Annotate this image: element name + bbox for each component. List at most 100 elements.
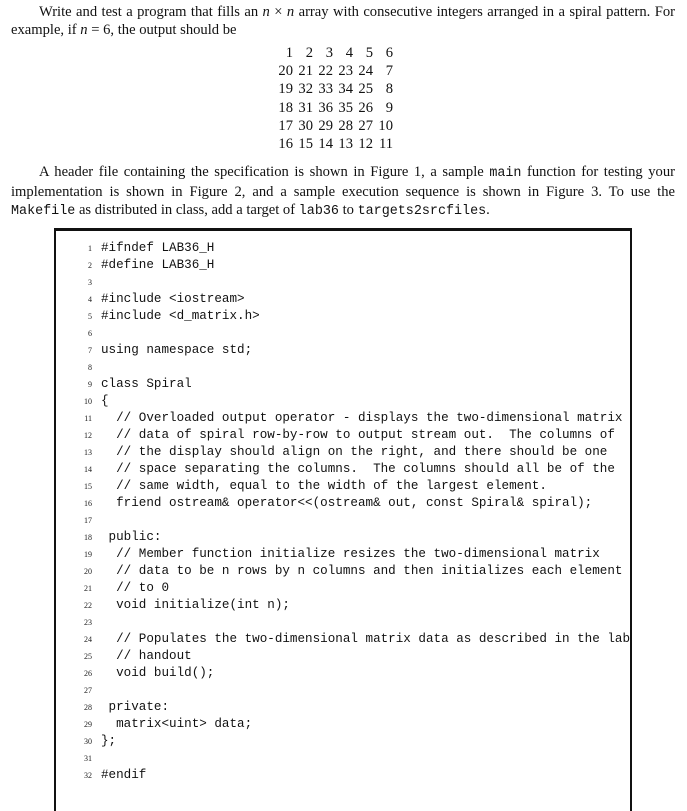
code-line: 10 { — [56, 393, 630, 410]
matrix-cell: 34 — [338, 81, 353, 98]
matrix-cell: 9 — [385, 99, 393, 116]
code-line: 1 #ifndef LAB36_H — [56, 240, 630, 257]
code-line: 29 matrix<uint> data; — [56, 716, 630, 733]
matrix-cell: 8 — [385, 81, 393, 98]
line-number: 17 — [84, 516, 92, 525]
matrix-row: 18 31 36 35 26 9 — [277, 99, 393, 117]
spiral-example-matrix: 1 2 3 4 5 6 20 21 22 23 24 7 19 32 33 34 25 8 18 31 36 35 26 9 1… — [277, 44, 393, 153]
line-number: 7 — [88, 346, 92, 355]
matrix-cell: 14 — [318, 136, 333, 153]
line-number: 5 — [88, 312, 92, 321]
code-main: main — [489, 166, 522, 181]
line-number: 9 — [88, 380, 92, 389]
code-line: 17 — [56, 512, 630, 529]
code-text: { — [101, 394, 109, 408]
instructions-text-1: A header file containing the specificati… — [39, 164, 490, 180]
code-text: // the display should align on the right… — [101, 445, 608, 459]
matrix-cell: 7 — [385, 63, 393, 80]
times-symbol: × — [269, 4, 287, 20]
code-line: 21 // to 0 — [56, 580, 630, 597]
code-line: 4 #include <iostream> — [56, 291, 630, 308]
line-number: 12 — [84, 431, 92, 440]
code-line: 23 — [56, 614, 630, 631]
code-text: // data to be n rows by n columns and th… — [101, 564, 623, 578]
matrix-cell: 23 — [338, 63, 353, 80]
code-line: 2 #define LAB36_H — [56, 257, 630, 274]
code-text: class Spiral — [101, 377, 192, 391]
matrix-row: 20 21 22 23 24 7 — [277, 62, 393, 80]
matrix-cell: 16 — [278, 136, 293, 153]
matrix-cell: 13 — [338, 136, 353, 153]
code-line: 9 class Spiral — [56, 376, 630, 393]
matrix-cell: 36 — [318, 99, 333, 116]
line-number: 13 — [84, 448, 92, 457]
matrix-cell: 33 — [318, 81, 333, 98]
code-listing: 1 #ifndef LAB36_H 2 #define LAB36_H 3 4 #inclu… — [56, 240, 630, 784]
line-number: 31 — [84, 754, 92, 763]
matrix-cell: 5 — [365, 45, 373, 62]
math-n: n — [80, 22, 88, 38]
line-number: 14 — [84, 465, 92, 474]
line-number: 16 — [84, 499, 92, 508]
code-text: // Member function initialize resizes th… — [101, 547, 600, 561]
matrix-row: 19 32 33 34 25 8 — [277, 80, 393, 98]
code-line: 15 // same width, equal to the width of … — [56, 478, 630, 495]
line-number: 23 — [84, 618, 92, 627]
code-line: 22 void initialize(int n); — [56, 597, 630, 614]
code-text: public: — [101, 530, 162, 544]
line-number: 11 — [84, 414, 92, 423]
code-listing-box: 1 #ifndef LAB36_H 2 #define LAB36_H 3 4 #inclu… — [54, 228, 632, 811]
matrix-cell: 3 — [325, 45, 333, 62]
matrix-cell: 29 — [318, 117, 333, 134]
matrix-cell: 1 — [285, 45, 293, 62]
code-line: 26 void build(); — [56, 665, 630, 682]
matrix-cell: 32 — [298, 81, 313, 98]
code-text: void build(); — [101, 666, 215, 680]
code-line: 12 // data of spiral row-by-row to outpu… — [56, 427, 630, 444]
code-line: 25 // handout — [56, 648, 630, 665]
matrix-cell: 27 — [358, 117, 373, 134]
code-makefile: Makefile — [11, 204, 76, 219]
line-number: 32 — [84, 771, 92, 780]
matrix-cell: 4 — [345, 45, 353, 62]
code-line: 19 // Member function initialize resizes… — [56, 546, 630, 563]
code-text: // handout — [101, 649, 192, 663]
matrix-cell: 10 — [378, 117, 393, 134]
code-line: 16 friend ostream& operator<<(ostream& o… — [56, 495, 630, 512]
matrix-cell: 12 — [358, 136, 373, 153]
instructions-text-5: . — [486, 202, 490, 218]
matrix-cell: 11 — [378, 136, 393, 153]
line-number: 19 — [84, 550, 92, 559]
code-line: 24 // Populates the two-dimensional matr… — [56, 631, 630, 648]
math-n: n — [262, 4, 270, 20]
matrix-cell: 21 — [298, 63, 313, 80]
code-lab36: lab36 — [298, 204, 339, 219]
code-line: 5 #include <d_matrix.h> — [56, 308, 630, 325]
code-text: // to 0 — [101, 581, 170, 595]
code-targets: targets2srcfiles — [357, 204, 487, 219]
line-number: 3 — [88, 278, 92, 287]
code-line: 20 // data to be n rows by n columns and… — [56, 563, 630, 580]
matrix-cell: 31 — [298, 99, 313, 116]
code-line: 14 // space separating the columns. The … — [56, 461, 630, 478]
code-text: using namespace std; — [101, 343, 253, 357]
line-number: 1 — [88, 244, 92, 253]
matrix-cell: 15 — [298, 136, 313, 153]
matrix-row: 16 15 14 13 12 11 — [277, 135, 393, 153]
matrix-cell: 26 — [358, 99, 373, 116]
line-number: 6 — [88, 329, 92, 338]
matrix-cell: 20 — [278, 63, 293, 80]
code-line: 32 #endif — [56, 767, 630, 784]
code-line: 7 using namespace std; — [56, 342, 630, 359]
code-line: 28 private: — [56, 699, 630, 716]
matrix-cell: 24 — [358, 63, 373, 80]
code-line: 11 // Overloaded output operator - displ… — [56, 410, 630, 427]
code-line: 13 // the display should align on the ri… — [56, 444, 630, 461]
line-number: 21 — [84, 584, 92, 593]
matrix-cell: 17 — [278, 117, 293, 134]
code-text: friend ostream& operator<<(ostream& out,… — [101, 496, 593, 510]
line-number: 15 — [84, 482, 92, 491]
code-text: matrix<uint> data; — [101, 717, 253, 731]
code-line: 6 — [56, 325, 630, 342]
code-text: #ifndef LAB36_H — [101, 241, 215, 255]
